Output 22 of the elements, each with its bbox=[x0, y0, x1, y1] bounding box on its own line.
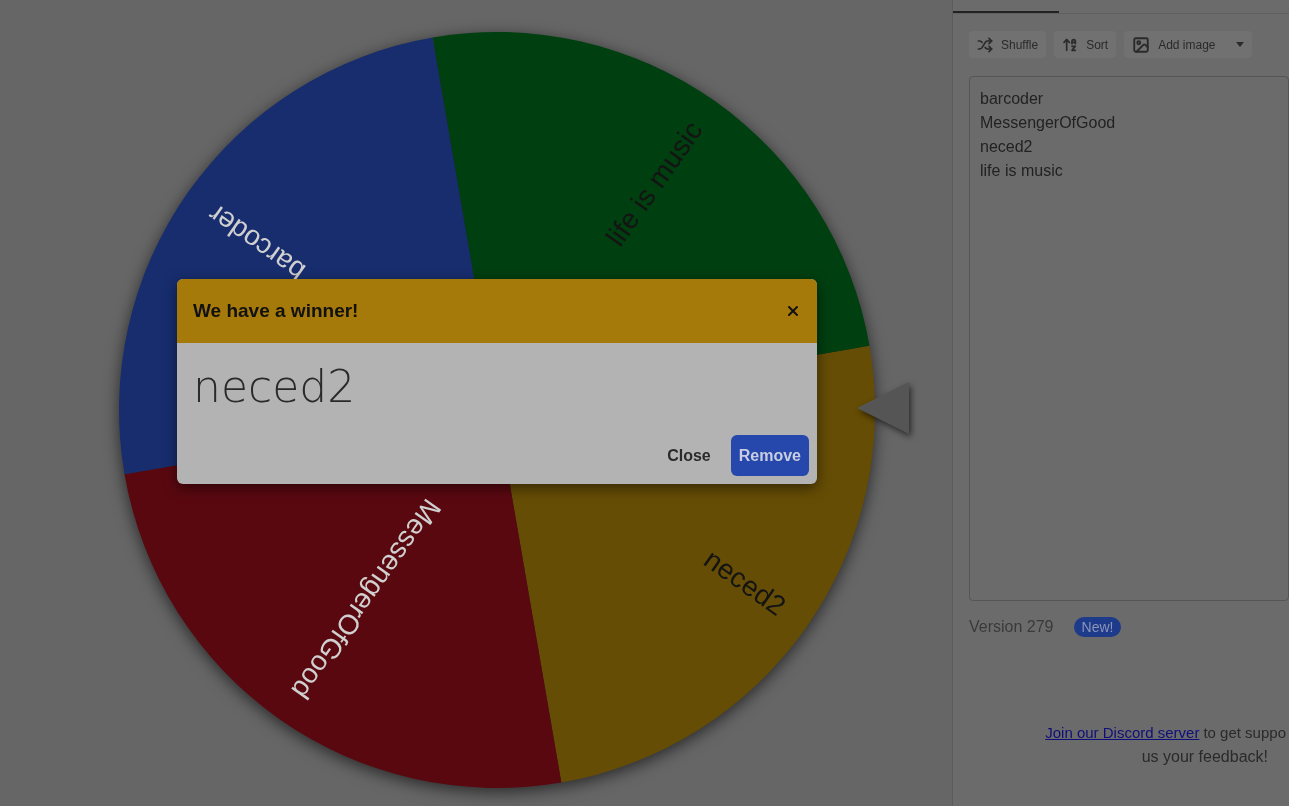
discord-link[interactable]: Join our Discord server bbox=[1045, 721, 1200, 745]
dialog-button[interactable]: Close bbox=[659, 435, 719, 476]
new-badge: New! bbox=[1073, 617, 1122, 637]
image-icon bbox=[1132, 35, 1151, 54]
pointer-icon bbox=[857, 382, 909, 434]
entries-field[interactable]: barcoder MessengerOfGood neced2 life is music bbox=[969, 76, 1289, 601]
footer-text: us your feedback! bbox=[1141, 747, 1268, 767]
toolbar-button[interactable]: Sort bbox=[1054, 31, 1117, 58]
dialog-title: We have a winner! bbox=[193, 298, 359, 323]
dialog-button[interactable]: Remove bbox=[730, 435, 809, 476]
shuffle-icon bbox=[977, 36, 993, 53]
sort-icon bbox=[1062, 36, 1079, 53]
footer-text: to get suppo bbox=[1203, 723, 1286, 743]
close-icon[interactable] bbox=[785, 303, 801, 319]
entry-line: MessengerOfGood bbox=[980, 113, 1117, 133]
entry-line: neced2 bbox=[980, 137, 1034, 157]
toolbar-button[interactable]: Shuffle bbox=[969, 31, 1047, 58]
winner-name: neced2 bbox=[193, 361, 356, 412]
caret-icon bbox=[1235, 42, 1244, 47]
entry-line: barcoder bbox=[980, 89, 1045, 109]
toolbar-button[interactable]: Add image bbox=[1124, 31, 1252, 58]
entry-line: life is music bbox=[980, 161, 1064, 181]
